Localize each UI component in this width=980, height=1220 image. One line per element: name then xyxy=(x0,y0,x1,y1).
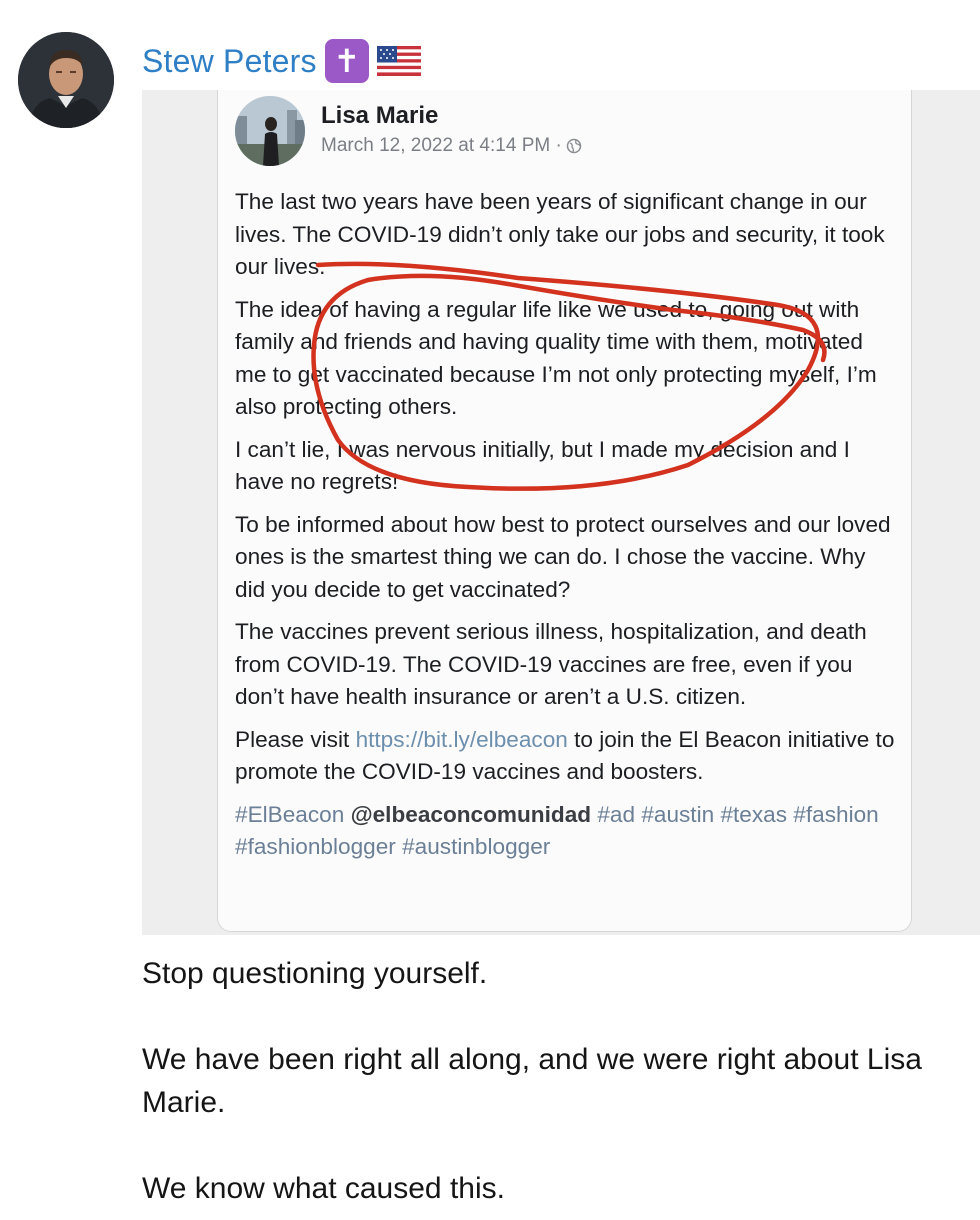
cross-icon: ✝ xyxy=(324,39,369,83)
post-paragraph: The idea of having a regular life like w… xyxy=(235,296,877,420)
caption-line: We have been right all along, and we wer… xyxy=(142,1043,922,1119)
post-author-avatar xyxy=(235,96,305,166)
mention-elbeaconcomunidad[interactable]: @elbeaconcomunidad xyxy=(351,802,591,827)
post-paragraph: The vaccines prevent serious illness, ho… xyxy=(235,619,867,709)
author-photo xyxy=(235,96,305,166)
post-visit-paragraph: Please visit https://bit.ly/elbeacon to … xyxy=(235,724,900,789)
post-body: The last two years have been years of si… xyxy=(235,186,900,874)
caption-line: Stop questioning yourself. xyxy=(142,957,488,990)
post-meta: March 12, 2022 at 4:14 PM · xyxy=(321,135,582,157)
message-caption: Stop questioning yourself. We have been … xyxy=(142,952,942,1210)
post-paragraph: The last two years have been years of si… xyxy=(235,189,885,279)
post-author-name[interactable]: Lisa Marie xyxy=(321,102,438,130)
embedded-screenshot[interactable]: Lisa Marie March 12, 2022 at 4:14 PM · T… xyxy=(142,90,980,935)
hashtag-elbeacon[interactable]: #ElBeacon xyxy=(235,802,344,827)
caption-line: We know what caused this. xyxy=(142,1172,505,1205)
visit-prefix: Please visit xyxy=(235,726,356,752)
globe-icon xyxy=(566,138,582,154)
message-header: Stew Peters ✝ xyxy=(142,38,421,84)
facebook-post: Lisa Marie March 12, 2022 at 4:14 PM · T… xyxy=(217,90,912,932)
post-tags: #ElBeacon @elbeaconcomunidad #ad #austin… xyxy=(235,799,900,864)
us-flag-icon xyxy=(376,46,421,76)
sender-avatar[interactable] xyxy=(18,32,114,128)
post-paragraph: To be informed about how best to protect… xyxy=(235,511,891,602)
elbeacon-link[interactable]: https://bit.ly/elbeacon xyxy=(356,727,568,752)
sender-avatar-photo xyxy=(18,32,114,128)
post-paragraph: I can’t lie, I was nervous initially, bu… xyxy=(235,436,850,495)
sender-name[interactable]: Stew Peters xyxy=(142,43,317,80)
post-timestamp[interactable]: March 12, 2022 at 4:14 PM · xyxy=(321,135,562,157)
